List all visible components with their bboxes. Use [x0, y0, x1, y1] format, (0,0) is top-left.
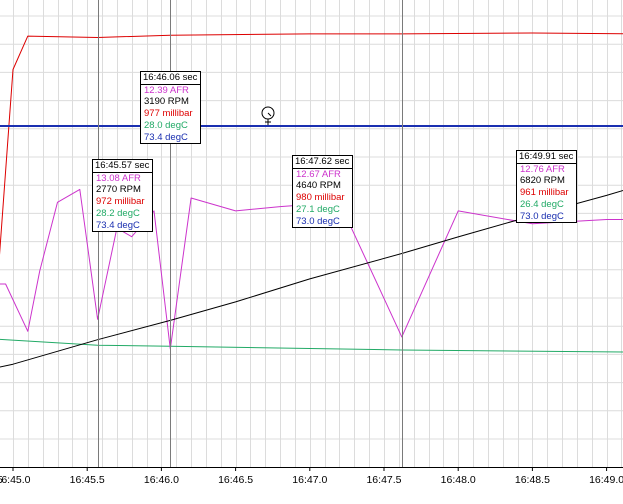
iat-value: 27.1 — [296, 203, 315, 215]
cursor-time: 16:47.62 sec — [293, 156, 353, 169]
clt-value: 73.4 — [96, 219, 115, 231]
afr-value: 13.08 — [96, 172, 120, 184]
clt-value: 73.4 — [144, 131, 163, 143]
afr-value: 12.39 — [144, 84, 168, 96]
x-tick-label: 16:48.0 — [441, 474, 476, 486]
clt-value: 73.0 — [520, 210, 539, 222]
afr-value: 12.76 — [520, 163, 544, 175]
rpm-value: 6820 — [520, 175, 542, 187]
cursor-tooltip-2: 16:47.62 sec 12.67 AFR 4640 RPM 980 mill… — [292, 155, 354, 229]
iat-value: 28.0 — [144, 119, 163, 131]
clt-value: 73.0 — [296, 215, 315, 227]
map-value: 977 — [144, 108, 160, 120]
cursor-tooltip-1: 16:46.06 sec 12.39 AFR 3190 RPM 977 mill… — [140, 71, 202, 145]
x-tick-label: 16:49.0 — [589, 474, 623, 486]
cursor-time: 16:46.06 sec — [141, 72, 201, 85]
cursor-time: 16:45.57 sec — [93, 160, 153, 173]
iat-value: 28.2 — [96, 207, 115, 219]
x-tick-label: 16:47.5 — [366, 474, 401, 486]
map-value: 972 — [96, 196, 112, 208]
iat-value: 26.4 — [520, 198, 539, 210]
rpm-value: 3190 — [144, 96, 166, 108]
cursor-tooltip-3: 16:49.91 sec 12.76 AFR 6820 RPM 961 mill… — [516, 150, 578, 224]
x-tick-label: 16:47.0 — [292, 474, 327, 486]
rpm-value: 4640 — [296, 180, 318, 192]
x-tick-label: 16:45.5 — [70, 474, 105, 486]
cursor-tooltip-0: 16:45.57 sec 13.08 AFR 2770 RPM 972 mill… — [92, 159, 154, 233]
x-tick-label: 16:46.0 — [144, 474, 179, 486]
x-tick-label: 16:48.5 — [515, 474, 550, 486]
map-value: 961 — [520, 187, 536, 199]
afr-value: 12.67 — [296, 168, 320, 180]
x-tick-label: 16:46.5 — [218, 474, 253, 486]
map-value: 980 — [296, 192, 312, 204]
rpm-value: 2770 — [96, 184, 118, 196]
x-tick-label: 16:45.0 — [0, 474, 31, 486]
cursor-time: 16:49.91 sec — [517, 151, 577, 164]
chart-plot-area[interactable]: 16:45.0 16:45.5 16:46.0 16:46.5 16:47.0 16:47… — [0, 0, 623, 504]
x-tick-label: 5 — [0, 474, 3, 486]
